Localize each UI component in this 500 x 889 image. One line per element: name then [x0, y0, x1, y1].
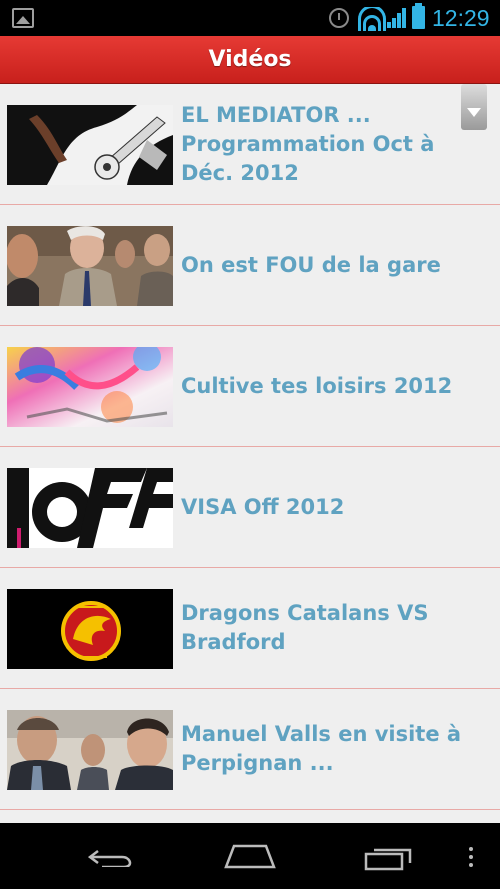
video-list-item[interactable]: Dragons Catalans VS Bradford — [0, 568, 500, 689]
video-list-item[interactable]: EL MEDIATOR ... Programmation Oct à Déc.… — [0, 84, 500, 205]
fast-scroll-handle[interactable] — [461, 84, 487, 130]
video-list-item[interactable]: Cultive tes loisirs 2012 — [0, 326, 500, 447]
off-logo-thumbnail — [7, 468, 173, 548]
video-list-item[interactable]: On est FOU de la gare — [0, 205, 500, 326]
signal-icon — [387, 8, 407, 28]
guitar-illustration-thumbnail — [7, 105, 173, 185]
video-title[interactable]: EL MEDIATOR ... Programmation Oct à Déc.… — [181, 84, 488, 204]
wifi-icon — [357, 7, 387, 31]
menu-icon[interactable] — [468, 847, 474, 867]
navigation-bar — [0, 823, 500, 889]
colorful-letters-thumbnail — [7, 347, 173, 427]
back-icon[interactable] — [87, 847, 132, 869]
politicians-thumbnail — [7, 710, 173, 790]
page-title: Vidéos — [208, 47, 292, 72]
alarm-icon — [329, 8, 349, 28]
crowd-people-thumbnail — [7, 226, 173, 306]
dragons-catalans-logo-thumbnail — [7, 589, 173, 669]
home-icon[interactable] — [224, 843, 276, 869]
video-title[interactable]: Manuel Valls en visite à Perpignan ... — [181, 689, 488, 809]
video-title[interactable]: On est FOU de la gare — [181, 205, 488, 325]
video-list[interactable]: EL MEDIATOR ... Programmation Oct à Déc.… — [0, 84, 500, 823]
video-list-item[interactable]: VISA Off 2012 — [0, 447, 500, 568]
recents-icon[interactable] — [364, 845, 414, 871]
video-title[interactable]: Dragons Catalans VS Bradford — [181, 568, 488, 688]
video-title[interactable]: Cultive tes loisirs 2012 — [181, 326, 488, 446]
status-bar: 12:29 — [0, 0, 500, 36]
status-clock: 12:29 — [432, 5, 490, 31]
video-list-item[interactable]: Manuel Valls en visite à Perpignan ... — [0, 689, 500, 810]
battery-icon — [412, 3, 425, 29]
action-bar: Vidéos — [0, 36, 500, 84]
video-title[interactable]: VISA Off 2012 — [181, 447, 488, 567]
gallery-icon — [12, 8, 34, 28]
